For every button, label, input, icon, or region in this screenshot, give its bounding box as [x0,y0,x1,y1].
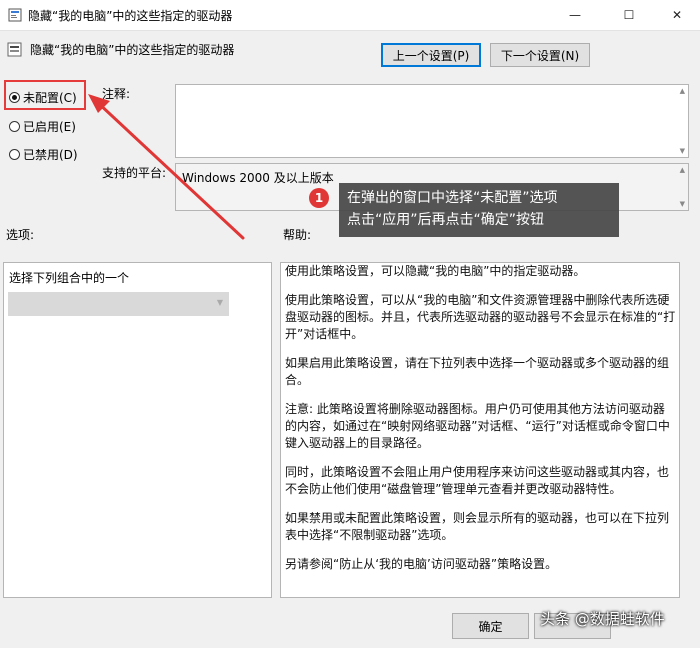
annotation-arrow-icon [88,94,245,240]
annotation-line: 在弹出的窗口中选择“未配置”选项 [347,190,558,206]
annotation-line: 点击“应用”后再点击“确定”按钮 [347,212,545,228]
ok-button[interactable]: 确定 [452,613,529,639]
annotation-badge: 1 [309,188,329,208]
watermark-logo: 头条 @数据蛙软件 [540,610,665,628]
annotation-callout: 在弹出的窗口中选择“未配置”选项 点击“应用”后再点击“确定”按钮 [339,183,619,237]
